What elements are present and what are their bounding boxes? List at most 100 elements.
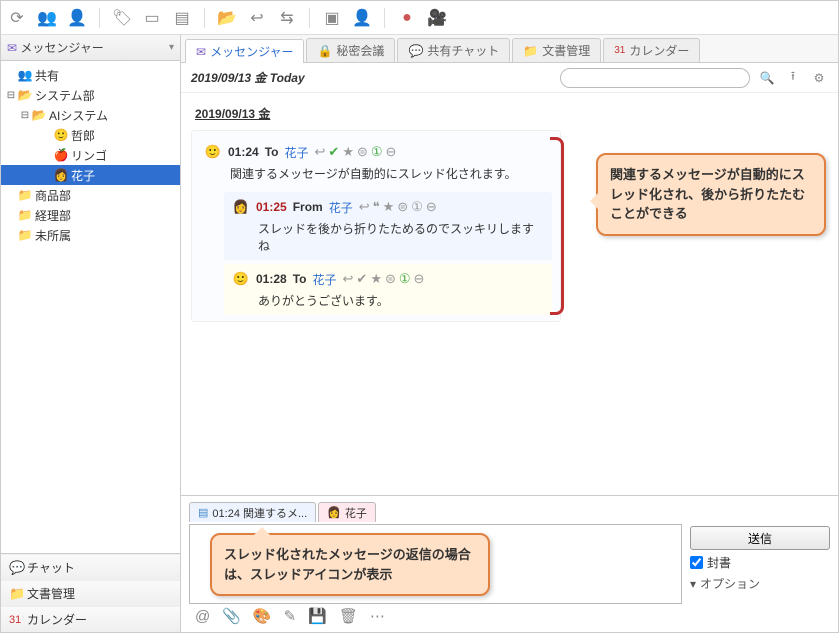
save-icon[interactable]: 💾 (308, 607, 327, 625)
thread-container: 🙂 01:24 To 花子 ↩ ✔ ★ ⊜ ① ⊖ (191, 130, 561, 322)
person-icon[interactable]: 👤 (352, 8, 372, 28)
tag-icon[interactable]: 🏷 (112, 8, 132, 28)
attach-icon[interactable]: 📎 (222, 607, 241, 625)
folder-icon: 📁 (523, 44, 538, 58)
message-item[interactable]: 🙂 01:28 To 花子 ↩ ✔ ★ ⊜ ① ⊖ (224, 264, 552, 315)
view-icon[interactable]: ▣ (322, 8, 342, 28)
more-icon[interactable]: ⊜ (385, 271, 396, 287)
tree-ai-system[interactable]: ⊟ 📂 AIシステム (1, 105, 180, 125)
video-icon[interactable]: 🎥 (427, 8, 447, 28)
chevron-down-icon[interactable]: ▾ (169, 42, 174, 53)
reply-icon[interactable]: ↩ (315, 144, 326, 160)
message-body: スレッドを後から折りたためるのでスッキリしますね (258, 220, 544, 254)
avatar-icon: 👩 (53, 168, 69, 182)
sealed-input[interactable] (690, 556, 703, 569)
user-add-icon[interactable]: 👤 (67, 8, 87, 28)
message-body: 関連するメッセージが自動的にスレッド化されます。 (230, 165, 548, 182)
more-icon[interactable]: ⊜ (357, 144, 368, 160)
tab-secret[interactable]: 🔒 秘密会議 (306, 38, 395, 62)
tree-share[interactable]: 👥 共有 (1, 65, 180, 85)
tree-user-ringo[interactable]: 🍎 リンゴ (1, 145, 180, 165)
tree-unassigned[interactable]: 📁 未所属 (1, 225, 180, 245)
star-icon[interactable]: ★ (342, 144, 354, 160)
tree-user-hanako[interactable]: 👩 花子 (1, 165, 180, 185)
main-toolbar: ⟳ 👥 👤 🏷 ▭ ▤ 📂 ↩ ⇆ ▣ 👤 ● 🎥 (1, 1, 838, 35)
star-icon[interactable]: ★ (370, 271, 382, 287)
message-direction: To (293, 272, 307, 286)
message-actions: ↩ ✔ ★ ⊜ ① ⊖ (315, 144, 397, 160)
nav-calendar[interactable]: 31 カレンダー (1, 606, 180, 632)
reply-icon[interactable]: ↩ (247, 8, 267, 28)
expand-icon[interactable]: ⊟ (19, 110, 31, 121)
message-item[interactable]: 🙂 01:24 To 花子 ↩ ✔ ★ ⊜ ① ⊖ (200, 137, 552, 188)
compose-tabs: ▤ 01:24 関連するメ... 👩 花子 (189, 502, 830, 522)
callout-thread-icon: スレッド化されたメッセージの返信の場合は、スレッドアイコンが表示 (210, 533, 490, 596)
list-icon[interactable]: ▤ (172, 8, 192, 28)
folder-open-icon: 📂 (17, 88, 33, 102)
current-date: 2019/09/13 金 Today (191, 69, 305, 86)
record-icon[interactable]: ● (397, 8, 417, 28)
check-icon[interactable]: ✔ (328, 144, 339, 160)
tab-shared-chat[interactable]: 💬 共有チャット (397, 38, 510, 62)
palette-icon[interactable]: 🎨 (253, 607, 272, 625)
message-recipient: 花子 (284, 144, 308, 161)
more-icon[interactable]: ⋯ (370, 607, 385, 625)
options-toggle[interactable]: ▾ オプション (690, 575, 830, 592)
main-tabs: ✉ メッセンジャー 🔒 秘密会議 💬 共有チャット 📁 文書管理 31 (181, 35, 838, 63)
star-icon[interactable]: ★ (383, 199, 395, 215)
group-icon: 👥 (17, 68, 33, 82)
alert-icon[interactable]: ① (371, 144, 383, 160)
reply-all-icon[interactable]: ⇆ (277, 8, 297, 28)
tab-calendar[interactable]: 31 カレンダー (603, 38, 700, 62)
thread-bracket (550, 137, 564, 315)
gear-icon[interactable]: ⚙ (810, 71, 828, 85)
expand-icon[interactable]: ⊟ (5, 90, 17, 101)
message-time: 01:28 (256, 272, 287, 286)
folder-open-icon: 📂 (31, 108, 47, 122)
alert-icon[interactable]: ① (411, 199, 423, 215)
collapse-icon[interactable]: ⊖ (386, 144, 397, 160)
tab-docs[interactable]: 📁 文書管理 (512, 38, 601, 62)
message-item[interactable]: 👩 01:25 From 花子 ↩ ❝ ★ ⊜ ① ⊖ (224, 192, 552, 260)
chat-icon: 💬 (408, 44, 423, 58)
check-icon[interactable]: ✔ (356, 271, 367, 287)
nav-chat[interactable]: 💬 チャット (1, 554, 180, 580)
tree-user-tetsuro[interactable]: 🙂 哲郎 (1, 125, 180, 145)
tree-sales-dept[interactable]: 📁 商品部 (1, 185, 180, 205)
compose-toolbar: @ 📎 🎨 ✎ 💾 🗑 ⋯ (189, 604, 830, 628)
sealed-checkbox[interactable]: 封書 (690, 554, 830, 571)
reply-icon[interactable]: ↩ (343, 271, 354, 287)
tab-messenger[interactable]: ✉ メッセンジャー (185, 39, 304, 63)
calendar-icon: 31 (614, 45, 625, 56)
trash-icon[interactable]: 🗑 (339, 607, 358, 625)
users-icon[interactable]: 👥 (37, 8, 57, 28)
search-input[interactable] (560, 68, 750, 88)
folder-icon: 📁 (17, 208, 33, 222)
note-icon[interactable]: ▭ (142, 8, 162, 28)
nav-docs[interactable]: 📁 文書管理 (1, 580, 180, 606)
reply-icon[interactable]: ↩ (359, 199, 370, 215)
refresh-icon[interactable]: ⟳ (7, 8, 27, 28)
edit-icon[interactable]: ✎ (284, 607, 297, 625)
chevron-down-icon: ▾ (690, 577, 696, 591)
compose-tab-recipient[interactable]: 👩 花子 (318, 502, 376, 522)
callout-thread: 関連するメッセージが自動的にスレッド化され、後から折りたたむことができる (596, 153, 826, 236)
content-area: ✉ メッセンジャー 🔒 秘密会議 💬 共有チャット 📁 文書管理 31 (181, 35, 838, 632)
folder-icon: 📁 (17, 228, 33, 242)
alert-icon[interactable]: ① (399, 271, 411, 287)
quote-icon[interactable]: ❝ (373, 199, 380, 215)
search-icon[interactable]: 🔍 (758, 71, 776, 85)
scroll-top-icon[interactable]: ⭱ (784, 67, 802, 88)
tree-accounting-dept[interactable]: 📁 経理部 (1, 205, 180, 225)
collapse-icon[interactable]: ⊖ (426, 199, 437, 215)
tree-system-dept[interactable]: ⊟ 📂 システム部 (1, 85, 180, 105)
sidebar-header[interactable]: ✉ メッセンジャー ▾ (1, 35, 180, 61)
collapse-icon[interactable]: ⊖ (414, 271, 425, 287)
thread-icon: ▤ (198, 506, 208, 519)
mention-icon[interactable]: @ (195, 608, 210, 625)
calendar-icon: 31 (9, 614, 27, 626)
send-button[interactable]: 送信 (690, 526, 830, 550)
more-icon[interactable]: ⊜ (397, 199, 408, 215)
compose-input[interactable]: スレッド化されたメッセージの返信の場合は、スレッドアイコンが表示 (189, 524, 682, 604)
folder-open-icon[interactable]: 📂 (217, 8, 237, 28)
